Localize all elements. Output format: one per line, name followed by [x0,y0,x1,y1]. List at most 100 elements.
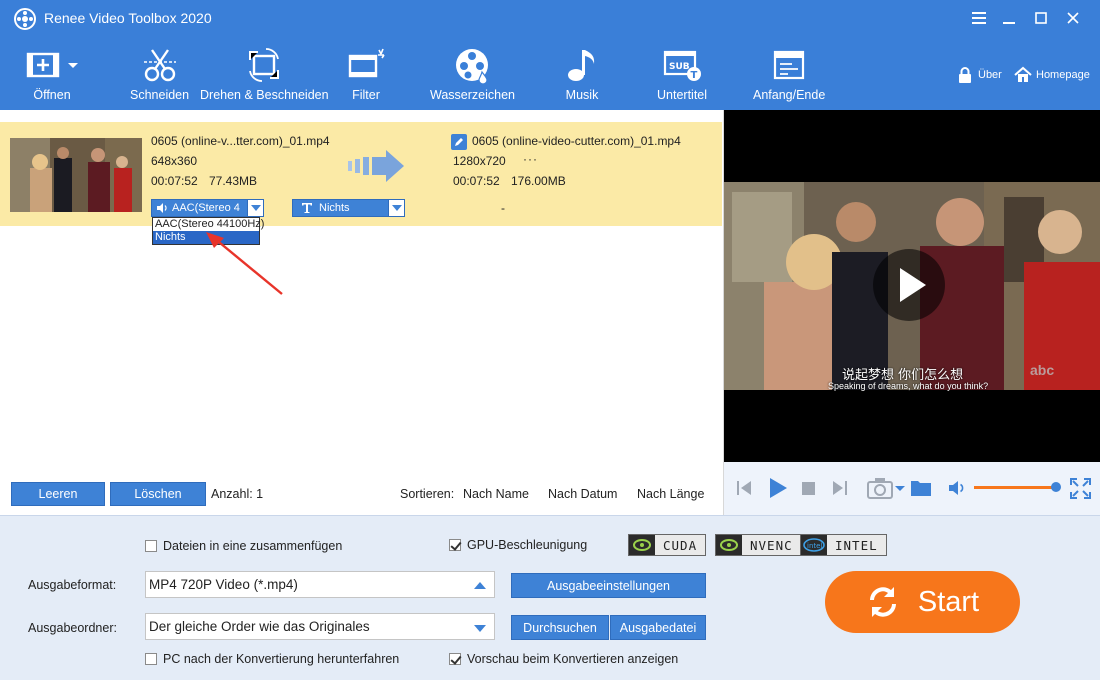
filter-icon [348,48,385,78]
cuda-label: CUDA [655,535,706,555]
subtitle-dash: - [501,201,505,215]
filter-label: Filter [352,88,380,102]
audio-track-value: AAC(Stereo 4 [172,202,240,214]
homepage-link[interactable]: Homepage [1014,66,1090,84]
annotation-arrow-icon [206,232,283,295]
merge-checkbox-box[interactable] [145,540,157,552]
nvenc-label: NVENC [742,535,801,555]
clear-button[interactable]: Leeren [11,482,105,506]
output-format-label: Ausgabeformat: [28,578,117,592]
shutdown-label: PC nach der Konvertierung herunterfahren [163,652,400,666]
file-row[interactable]: 0605 (online-v...tter.com)_01.mp4 648x36… [0,122,722,226]
source-filename: 0605 (online-v...tter.com)_01.mp4 [151,134,330,148]
output-filename: 0605 (online-video-cutter.com)_01.mp4 [472,134,681,148]
volume-slider[interactable] [974,486,1056,489]
source-size: 77.43MB [209,174,258,188]
minimize-icon[interactable] [994,6,1024,30]
preview-convert-checkbox[interactable]: Vorschau beim Konvertieren anzeigen [449,652,678,666]
maximize-icon[interactable] [1026,6,1056,30]
video-preview[interactable]: 说起梦想 你们怎么想 Speaking of dreams, what do y… [724,110,1100,462]
rotate-crop-icon [249,48,280,82]
nvidia-logo-icon [629,535,655,555]
music-button[interactable]: Musik [562,46,602,102]
merge-files-label: Dateien in eine zusammenfügen [163,539,343,553]
output-settings-panel: Dateien in eine zusammenfügen GPU-Beschl… [0,515,1100,680]
chevron-up-icon[interactable] [474,582,486,589]
speaker-icon [157,203,167,213]
file-list: 0605 (online-v...tter.com)_01.mp4 648x36… [0,110,724,474]
about-link[interactable]: Über [956,66,1002,84]
open-button[interactable]: Öffnen [24,46,80,102]
snapshot-camera-icon[interactable] [867,476,905,500]
chevron-down-icon[interactable] [247,200,263,216]
source-resolution: 648x360 [151,154,198,168]
intel-badge: intel INTEL [800,534,887,556]
svg-text:T: T [691,70,698,81]
open-output-button[interactable]: Ausgabedatei [610,615,706,640]
gpu-acceleration-label: GPU-Beschleunigung [467,538,588,552]
output-folder-select[interactable]: Der gleiche Order wie das Originales [145,613,495,640]
nvenc-badge: NVENC [715,534,802,556]
output-more-button[interactable]: ··· [523,152,538,166]
menu-icon[interactable] [964,6,994,30]
svg-text:SUB: SUB [669,62,690,72]
home-icon [1014,66,1032,82]
shutdown-checkbox[interactable]: PC nach der Konvertierung herunterfahren [145,652,399,666]
play-icon[interactable] [768,477,788,499]
watermark-button[interactable]: Wasserzeichen [430,46,515,102]
folder-icon[interactable] [910,478,932,497]
output-settings-button[interactable]: Ausgabeeinstellungen [511,573,706,598]
intel-logo-icon: intel [801,535,827,555]
merge-files-checkbox[interactable]: Dateien in eine zusammenfügen [145,539,342,553]
stop-icon[interactable] [802,482,815,495]
window-title: Renee Video Toolbox 2020 [44,10,212,26]
volume-icon[interactable] [948,480,966,496]
output-format-select[interactable]: MP4 720P Video (*.mp4) [145,571,495,598]
skip-back-icon[interactable] [736,479,752,497]
browse-button[interactable]: Durchsuchen [511,615,609,640]
preview-checkbox-box[interactable] [449,653,461,665]
output-size: 176.00MB [511,174,566,188]
convert-arrow-icon [348,150,404,182]
shutdown-checkbox-box[interactable] [145,653,157,665]
play-overlay-icon[interactable] [872,248,946,322]
video-thumbnail [10,138,142,212]
volume-slider-handle[interactable] [1051,482,1061,492]
cuda-badge: CUDA [628,534,707,556]
music-label: Musik [565,88,599,102]
close-icon[interactable] [1058,6,1088,30]
sort-by-name[interactable]: Nach Name [463,487,529,501]
output-resolution: 1280x720 [453,154,506,168]
start-button[interactable]: Start [825,571,1020,633]
intro-outro-button[interactable]: Anfang/Ende [753,46,825,102]
chevron-down-icon[interactable] [388,200,404,216]
gpu-acceleration-checkbox[interactable]: GPU-Beschleunigung [449,538,587,552]
audio-track-dropdown[interactable]: AAC(Stereo 4 [151,199,264,217]
subtitle-english: Speaking of dreams, what do you think? [828,381,989,391]
file-list-actions: Leeren Löschen Anzahl: 1 Sortieren: Nach… [0,474,724,515]
filter-button[interactable]: Filter [346,46,386,102]
output-duration: 00:07:52 [453,174,500,188]
output-folder-value: Der gleiche Order wie das Originales [149,619,370,634]
subtitle-dropdown[interactable]: Nichts [292,199,405,217]
sort-by-length[interactable]: Nach Länge [637,487,704,501]
refresh-icon [869,587,896,617]
preview-convert-label: Vorschau beim Konvertieren anzeigen [467,652,679,666]
subtitle-button[interactable]: SUB T Untertitel [657,46,707,102]
output-format-value: MP4 720P Video (*.mp4) [149,577,298,592]
edit-icon[interactable] [451,134,467,150]
watermark-icon [455,49,488,84]
start-label: Start [917,585,980,618]
chevron-down-icon[interactable] [474,625,486,632]
open-file-icon [26,52,78,78]
subtitle-value: Nichts [319,202,350,214]
delete-button[interactable]: Löschen [110,482,206,506]
sort-by-date[interactable]: Nach Datum [548,487,617,501]
rotate-crop-button[interactable]: Drehen & Beschneiden [200,46,329,102]
fullscreen-icon[interactable] [1070,478,1091,499]
gpu-checkbox-box[interactable] [449,539,461,551]
source-duration: 00:07:52 [151,174,198,188]
skip-forward-icon[interactable] [832,479,848,497]
cut-button[interactable]: Schneiden [130,46,189,102]
intro-outro-icon [774,50,805,80]
